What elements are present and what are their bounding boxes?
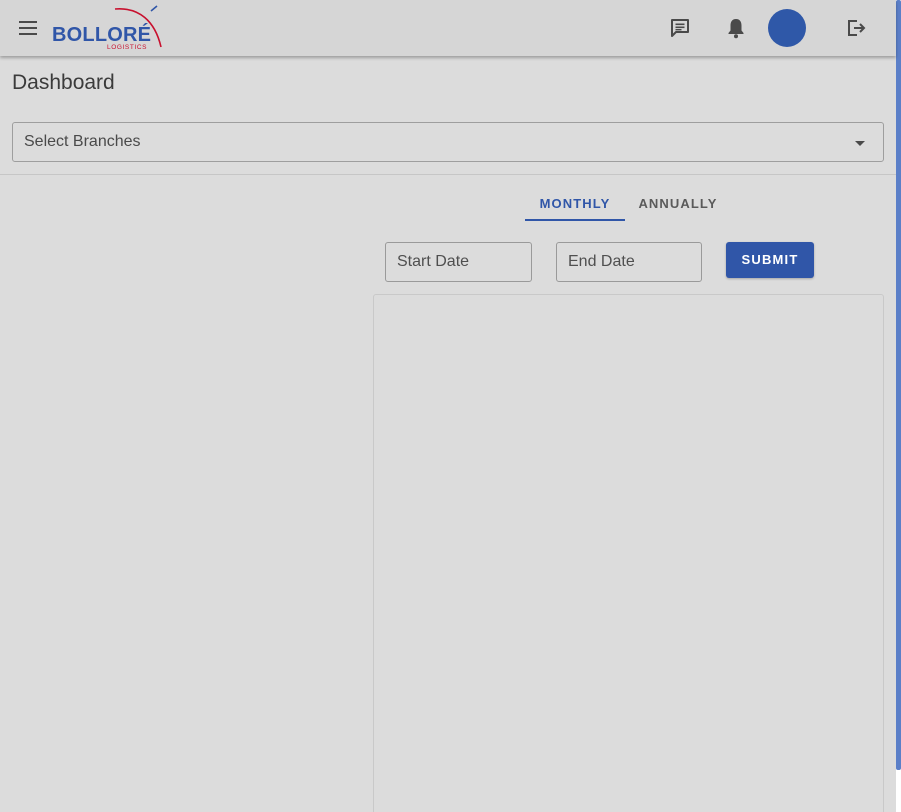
section-divider [0, 174, 896, 175]
logout-icon [848, 20, 866, 36]
tab-indicator [525, 219, 625, 221]
bell-icon [728, 19, 744, 39]
messages-button[interactable] [664, 12, 696, 44]
menu-button[interactable] [12, 12, 44, 44]
chart-panel [373, 294, 884, 812]
logo-subtext: LOGISTICS [107, 44, 148, 51]
logout-button[interactable] [840, 12, 872, 44]
select-branches-label: Select Branches [24, 133, 141, 150]
chat-icon [671, 19, 689, 37]
scrollbar-thumb[interactable] [896, 0, 901, 770]
dashboard-page: BOLLORÉ LOGISTICS Dashboard Select Branc… [0, 0, 896, 812]
tab-annually[interactable]: ANNUALLY [630, 186, 726, 222]
start-date-field[interactable]: Start Date [385, 242, 532, 282]
user-avatar[interactable] [768, 9, 806, 47]
menu-icon [19, 21, 37, 35]
bollore-logo[interactable]: BOLLORÉ LOGISTICS [51, 5, 163, 53]
tab-monthly[interactable]: MONTHLY [525, 186, 625, 222]
notifications-button[interactable] [720, 12, 752, 44]
app-bar: BOLLORÉ LOGISTICS [0, 0, 896, 56]
dropdown-arrow-icon [855, 141, 865, 146]
submit-button[interactable]: SUBMIT [726, 242, 814, 278]
end-date-field[interactable]: End Date [556, 242, 702, 282]
select-branches-dropdown[interactable]: Select Branches [12, 122, 884, 162]
page-title: Dashboard [12, 71, 115, 94]
